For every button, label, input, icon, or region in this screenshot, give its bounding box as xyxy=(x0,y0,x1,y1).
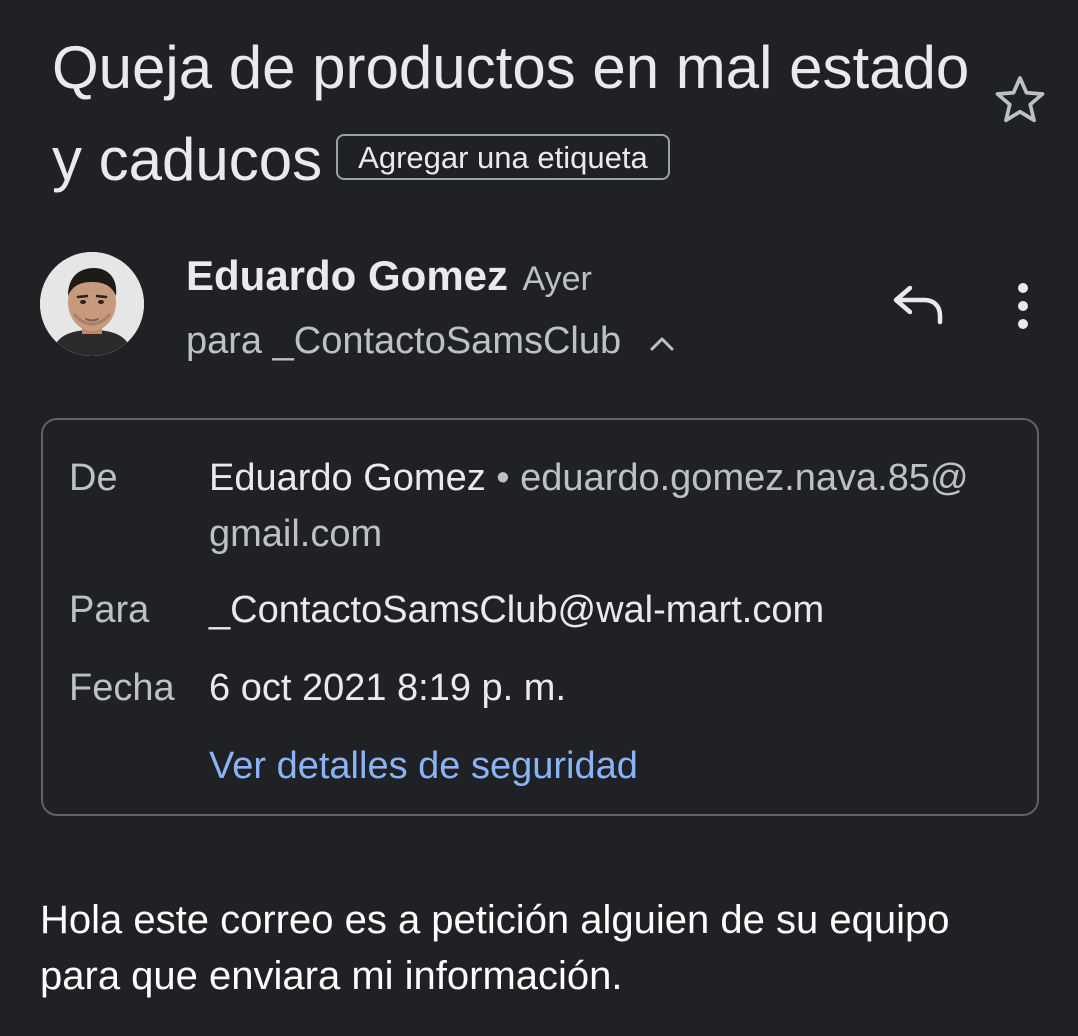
recipient-summary-text: para _ContactoSamsClub xyxy=(186,320,622,362)
to-label: Para xyxy=(69,589,150,631)
from-name: Eduardo Gomez xyxy=(209,457,486,499)
from-value[interactable]: Eduardo Gomez • eduardo.gomez.nava.85@gm… xyxy=(209,450,989,562)
sender-line: Eduardo Gomez Ayer xyxy=(186,252,592,308)
email-subject: Queja de productos en mal estado y caduc… xyxy=(52,22,982,206)
add-label-chip[interactable]: Agregar una etiqueta xyxy=(336,134,670,180)
to-value[interactable]: _ContactoSamsClub@wal-mart.com xyxy=(209,582,989,638)
sender-name[interactable]: Eduardo Gomez xyxy=(186,252,508,299)
from-label: De xyxy=(69,457,118,499)
chevron-up-icon[interactable] xyxy=(648,331,676,355)
more-vert-icon[interactable] xyxy=(998,278,1048,334)
star-icon[interactable] xyxy=(990,70,1050,130)
email-details-panel: De Eduardo Gomez • eduardo.gomez.nava.85… xyxy=(41,418,1039,816)
avatar-photo xyxy=(40,252,144,356)
email-body: Hola este correo es a petición alguien d… xyxy=(40,898,950,998)
sent-time: Ayer xyxy=(522,260,592,298)
date-label: Fecha xyxy=(69,667,175,709)
recipient-summary[interactable]: para _ContactoSamsClub xyxy=(186,320,676,363)
reply-icon[interactable] xyxy=(886,276,950,332)
security-details-link[interactable]: Ver detalles de seguridad xyxy=(209,738,638,794)
date-value: 6 oct 2021 8:19 p. m. xyxy=(209,667,567,709)
from-separator: • xyxy=(496,457,510,499)
sender-avatar[interactable] xyxy=(40,252,144,356)
